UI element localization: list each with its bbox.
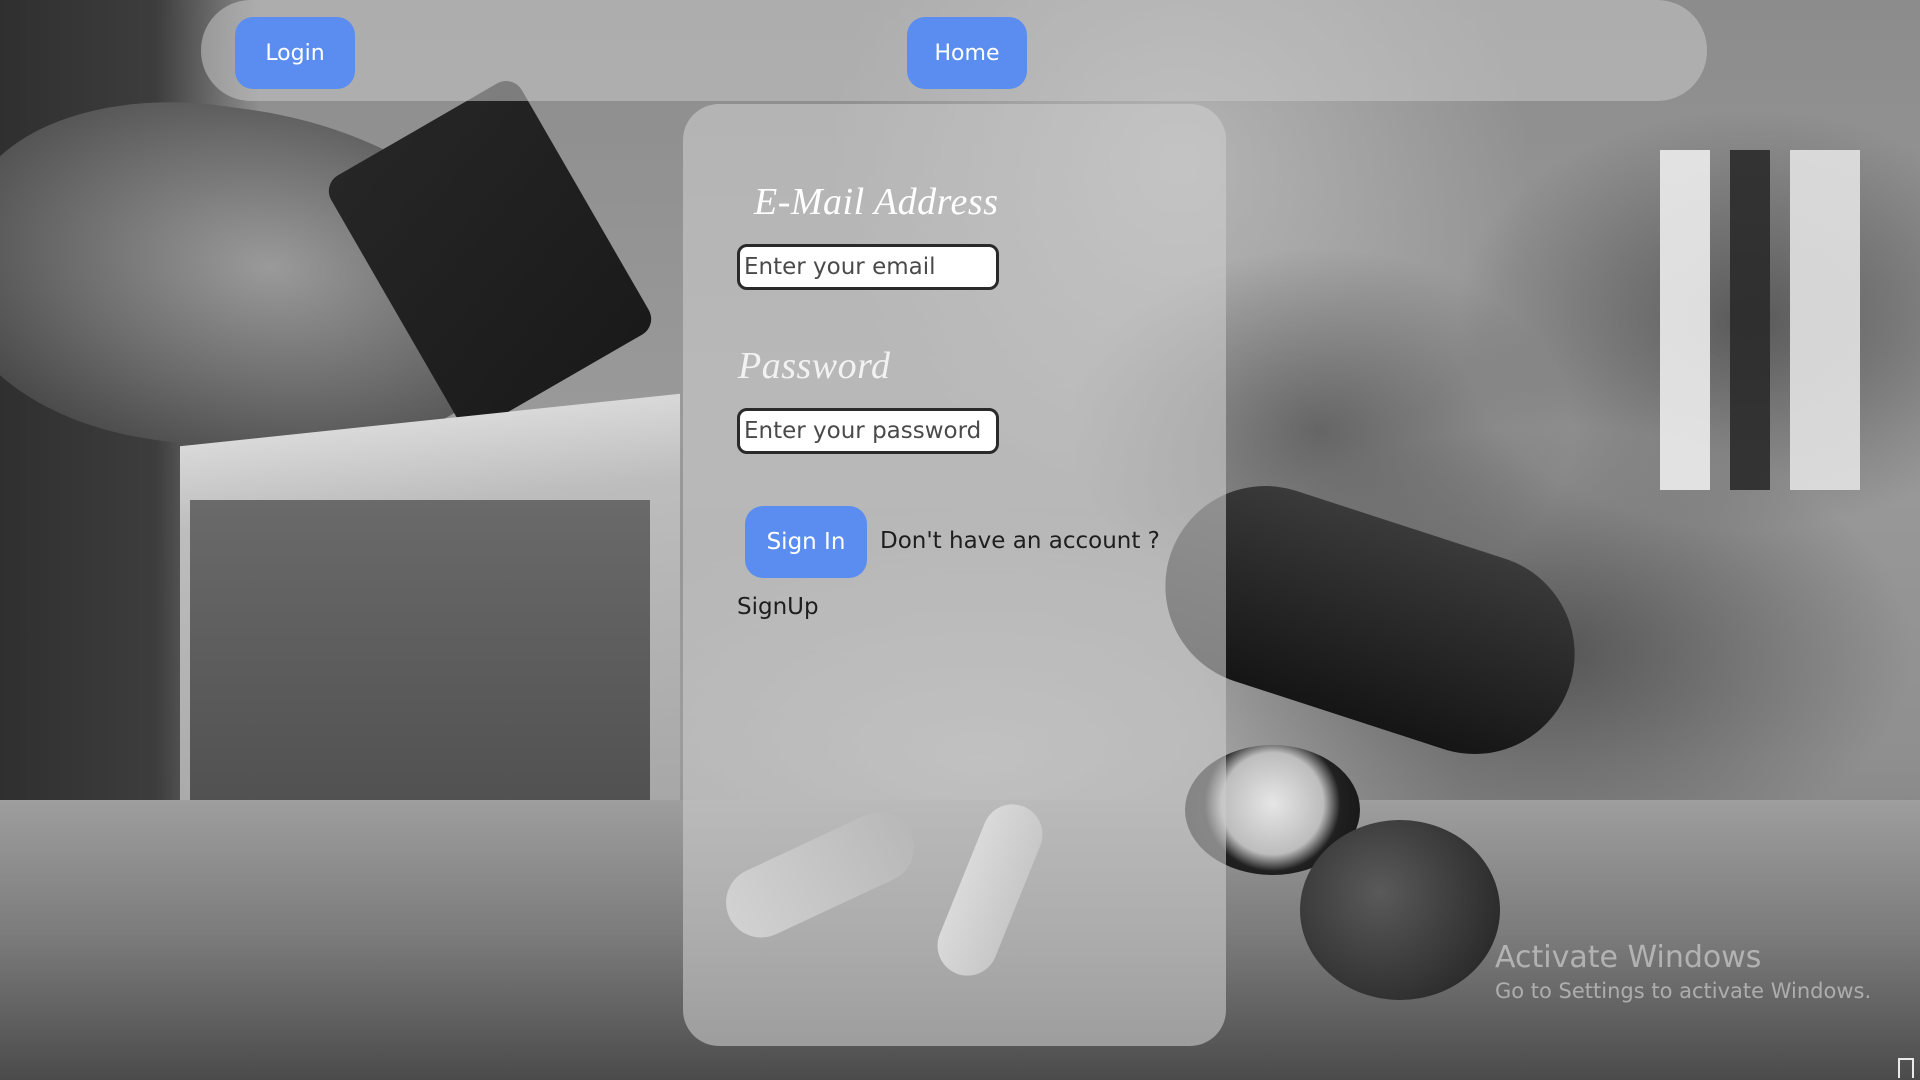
window-corner-icon xyxy=(1898,1058,1914,1078)
bg-box-front xyxy=(190,500,650,840)
login-nav-button[interactable]: Login xyxy=(235,17,355,89)
password-label: Password xyxy=(738,345,891,387)
no-account-text: Don't have an account ? xyxy=(880,528,1160,554)
top-navbar: Login Home xyxy=(201,0,1707,101)
bg-bottles xyxy=(1640,150,1900,490)
bg-grip xyxy=(1300,820,1500,1000)
login-card: E-Mail Address Password Sign In Don't ha… xyxy=(683,104,1226,1046)
signup-link[interactable]: SignUp xyxy=(737,594,819,620)
home-nav-button[interactable]: Home xyxy=(907,17,1027,89)
email-field[interactable] xyxy=(737,244,999,290)
password-field[interactable] xyxy=(737,408,999,454)
email-label: E-Mail Address xyxy=(754,181,999,223)
sign-in-button[interactable]: Sign In xyxy=(745,506,867,578)
